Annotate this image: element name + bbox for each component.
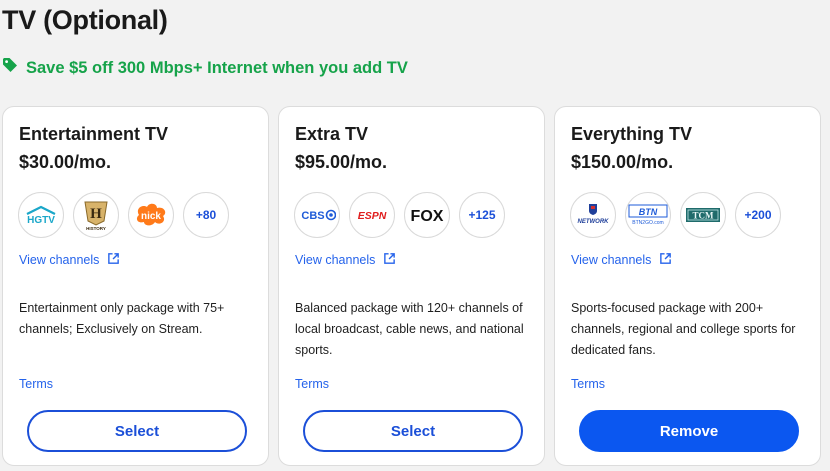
channel-logo-fox: FOX [404,192,450,238]
view-channels-label: View channels [19,253,100,267]
hgtv-logo-text: HGTV [27,215,55,225]
remove-button[interactable]: Remove [579,410,799,452]
plan-price: $95.00/mo. [295,152,388,172]
plan-name: Entertainment TV [19,124,169,144]
more-channels-badge: +200 [735,192,781,238]
channel-logos: CBS ESPN FOX +125 [294,192,505,238]
tv-plan-cards: Entertainment TV $30.00/mo. HGTV H HISTO… [2,106,821,466]
page-title: TV (Optional) [2,5,168,35]
external-link-icon [107,252,120,268]
channel-logos: HGTV H HISTORY nick +80 [18,192,229,238]
view-channels-label: View channels [571,253,652,267]
history-logo-subtext: HISTORY [86,226,106,231]
more-channels-badge: +80 [183,192,229,238]
select-button[interactable]: Select [303,410,523,452]
channel-logo-tcm: TCM [680,192,726,238]
promo-text: Save $5 off 300 Mbps+ Internet when you … [26,59,408,77]
plan-description: Sports-focused package with 200+ channel… [571,301,796,357]
channel-logo-cbs: CBS [294,192,340,238]
external-link-icon [383,252,396,268]
view-channels-link[interactable]: View channels [571,252,672,268]
channel-logo-btn: BTN BTN2GO.com [625,192,671,238]
view-channels-link[interactable]: View channels [19,252,120,268]
select-button[interactable]: Select [27,410,247,452]
channel-logo-history: H HISTORY [73,192,119,238]
external-link-icon [659,252,672,268]
cbs-logo-text: CBS [301,210,324,222]
plan-name: Everything TV [571,124,693,144]
nfl-network-logo-text: NETWORK [578,219,610,225]
plan-card-entertainment-tv: Entertainment TV $30.00/mo. HGTV H HISTO… [2,106,269,466]
btn-logo-subtext: BTN2GO.com [632,220,663,226]
tag-icon [2,57,18,79]
history-logo-letter: H [90,206,102,222]
fox-logo-text: FOX [411,208,444,224]
terms-link[interactable]: Terms [571,377,605,391]
plan-price: $30.00/mo. [19,152,112,172]
plan-card-extra-tv: Extra TV $95.00/mo. CBS ESPN FOX +125 Vi… [278,106,545,466]
plan-name: Extra TV [295,124,369,144]
plan-description: Balanced package with 120+ channels of l… [295,301,524,357]
plan-price: $150.00/mo. [571,152,674,172]
channel-logo-nick: nick [128,192,174,238]
btn-logo-text: BTN [639,207,658,217]
channel-logos: NETWORK BTN BTN2GO.com TCM +200 [570,192,781,238]
channel-logo-espn: ESPN [349,192,395,238]
plan-description: Entertainment only package with 75+ chan… [19,301,225,336]
nick-logo-text: nick [141,211,161,222]
view-channels-label: View channels [295,253,376,267]
channel-logo-nfl-network: NETWORK [570,192,616,238]
tcm-logo-text: TCM [693,211,715,221]
terms-link[interactable]: Terms [19,377,53,391]
promo-banner: Save $5 off 300 Mbps+ Internet when you … [2,57,408,79]
view-channels-link[interactable]: View channels [295,252,396,268]
more-channels-badge: +125 [459,192,505,238]
espn-logo-text: ESPN [358,210,387,222]
plan-card-everything-tv: Everything TV $150.00/mo. NETWORK BTN BT… [554,106,821,466]
channel-logo-hgtv: HGTV [18,192,64,238]
terms-link[interactable]: Terms [295,377,329,391]
